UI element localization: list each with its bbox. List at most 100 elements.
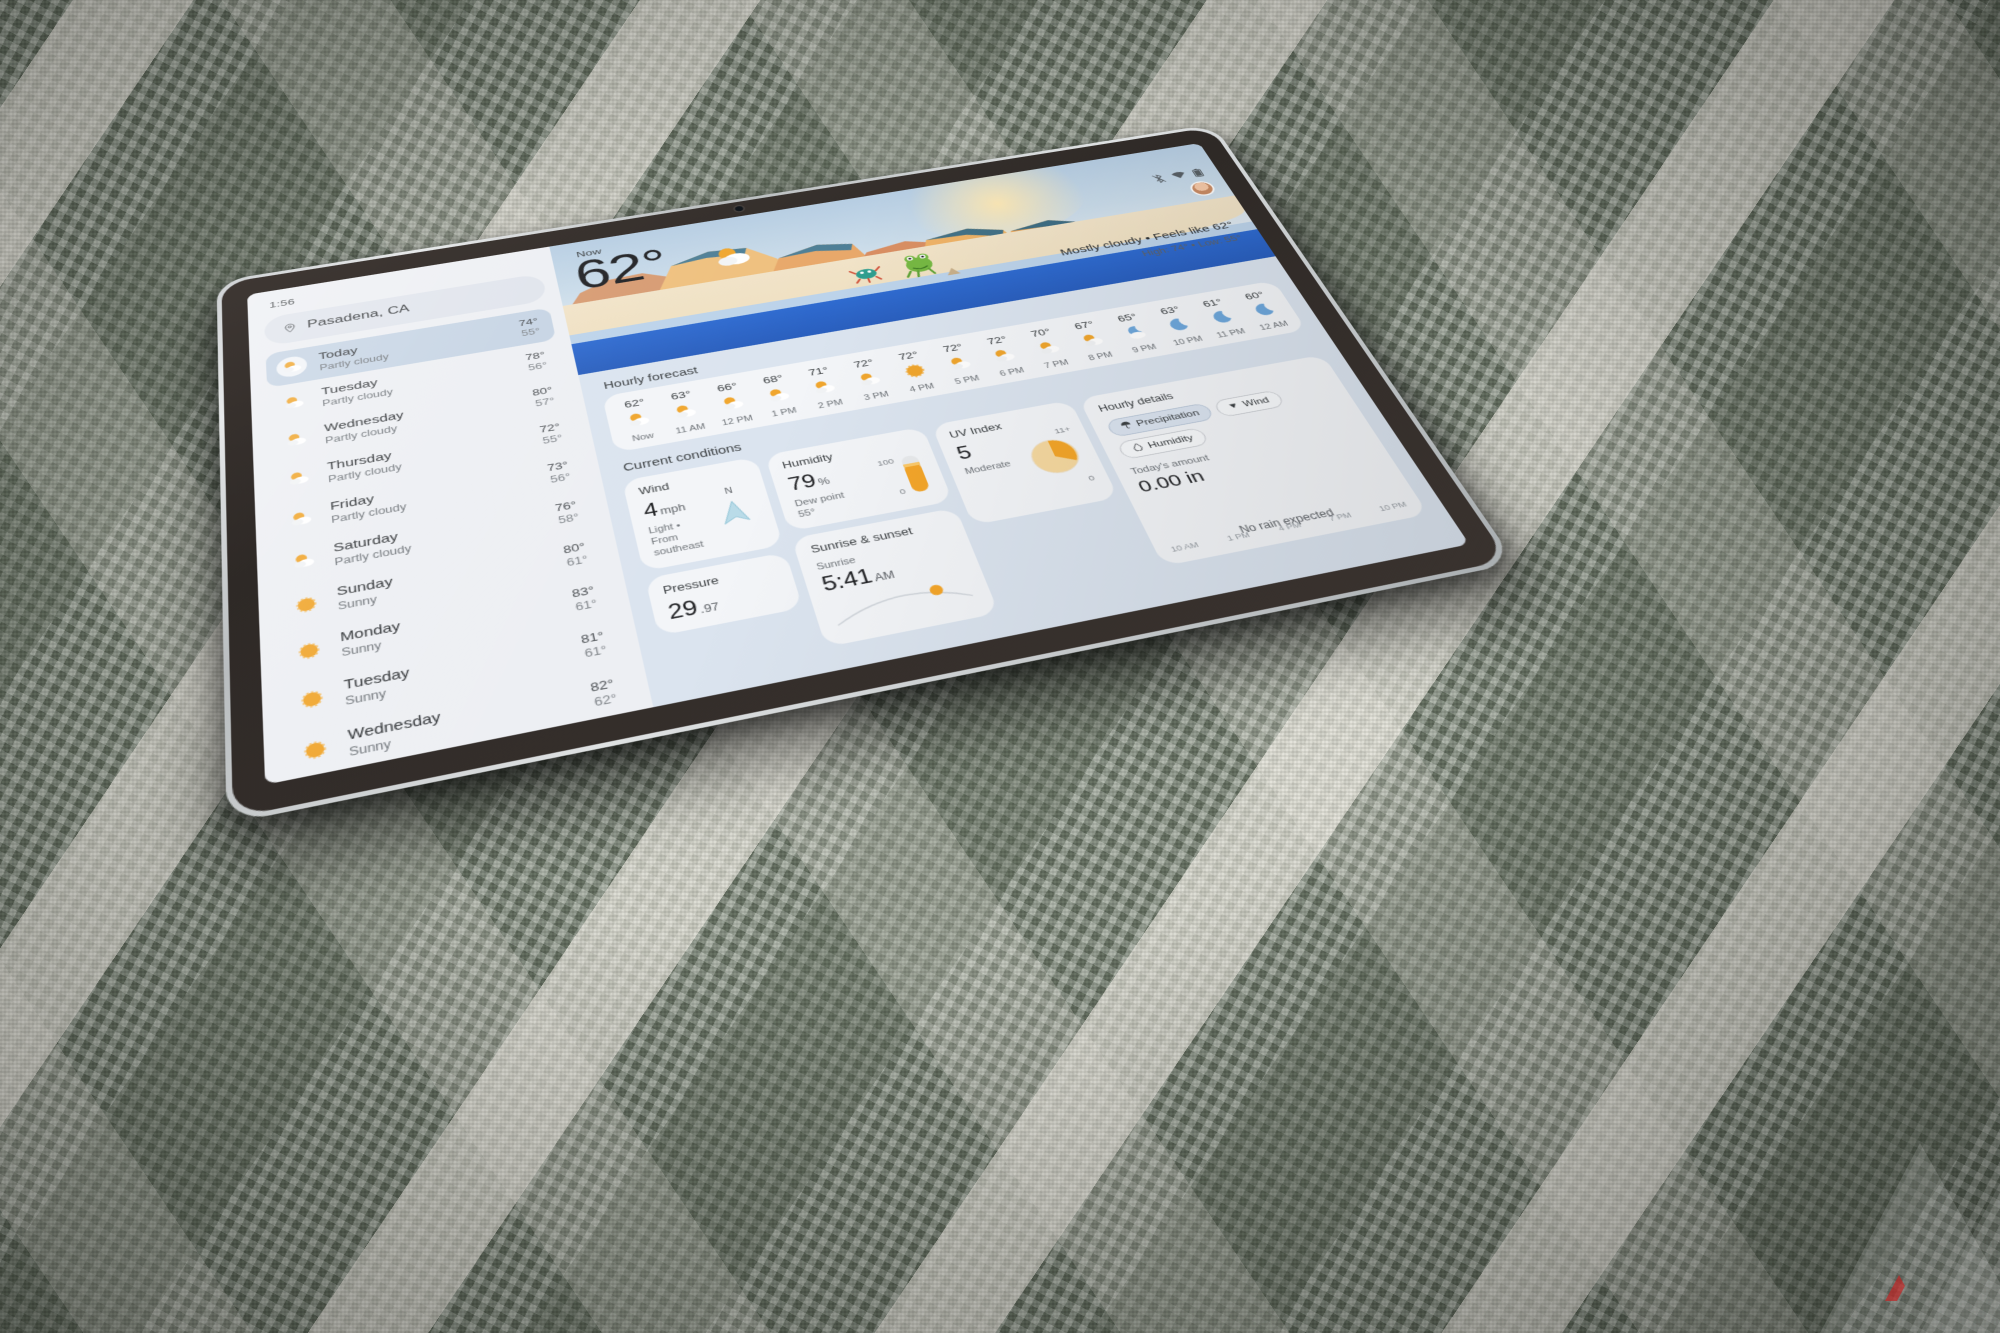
day-high: 78° [524, 349, 546, 364]
day-temperatures: 83° 61° [571, 582, 599, 615]
hourly-item[interactable]: 65° 9 PM [1103, 309, 1168, 356]
tablet-device: 1:56 Pasadena, CA Today Partly cloudy 74° 5… [250, 60, 1370, 760]
wind-arrow-icon [1226, 401, 1240, 410]
hourly-item[interactable]: 67° 8 PM [1060, 317, 1125, 365]
partly-cloudy-icon [944, 353, 974, 373]
day-low: 62° [592, 691, 618, 711]
day-text-block: Today Partly cloudy [318, 321, 510, 373]
hourly-temp: 72° [884, 347, 933, 364]
high-low-temperature: High: 74° • Low: 55° [1140, 233, 1244, 258]
day-weather-icon [293, 682, 331, 717]
location-pin-icon [282, 321, 298, 336]
hourly-temp: 60° [1231, 287, 1279, 303]
frog-illustration [886, 247, 947, 281]
day-condition: Partly cloudy [322, 366, 517, 408]
hourly-item[interactable]: 62° Now [610, 394, 668, 446]
hourly-temp: 72° [928, 339, 977, 356]
day-row[interactable]: Tuesday Partly cloudy 78° 56° [267, 341, 563, 425]
hero-landscape-illustration [557, 175, 1275, 376]
day-weather-icon [284, 504, 318, 533]
hourly-item[interactable]: 71° 2 PM [794, 362, 855, 412]
day-name: Tuesday [321, 355, 515, 398]
hourly-item[interactable]: 61° 11 PM [1188, 295, 1255, 341]
detail-tab-icon [1130, 442, 1146, 454]
partly-cloudy-icon [809, 377, 839, 397]
location-search-bar[interactable]: Pasadena, CA [264, 273, 548, 346]
main-panel: Now 62° Mostly cloudy • Feels like 62° H… [549, 143, 1469, 707]
sidebar: 1:56 Pasadena, CA Today Partly cloudy 74° 5… [247, 247, 653, 785]
day-low: 61° [574, 597, 599, 615]
hourly-temp: 72° [973, 332, 1021, 349]
day-weather-icon [286, 546, 321, 576]
system-status-icons [1151, 168, 1205, 184]
dew-point-label: Dew point [794, 491, 846, 509]
day-temperatures: 80° 57° [531, 384, 556, 411]
hourly-item[interactable]: 60° 12 AM [1231, 287, 1298, 333]
sunny-icon [296, 639, 323, 663]
hourly-time: Now [618, 429, 668, 446]
day-temperatures: 78° 56° [524, 349, 548, 374]
pressure-decimal: .97 [699, 600, 721, 615]
day-weather-icon [296, 732, 335, 768]
hourly-time: 5 PM [943, 372, 992, 388]
day-temperatures: 72° 55° [539, 420, 564, 448]
partly-cloudy-icon [284, 430, 308, 449]
now-label: Now [575, 247, 602, 260]
day-condition: Partly cloudy [319, 332, 510, 373]
detail-tab-icon [1226, 401, 1241, 412]
day-text-block: Tuesday Partly cloudy [321, 355, 517, 409]
day-weather-icon [288, 589, 324, 620]
day-row[interactable]: Today Partly cloudy 74° 55° [266, 308, 557, 388]
hourly-temp: 61° [1188, 295, 1236, 311]
partly-cloudy-icon [282, 393, 306, 412]
day-temperatures: 82° 62° [589, 675, 619, 711]
hourly-item[interactable]: 63° 11 AM [656, 386, 715, 437]
hourly-item[interactable]: 72° 3 PM [839, 355, 901, 405]
partly-cloudy-icon [764, 385, 793, 405]
hourly-item[interactable]: 70° 7 PM [1016, 324, 1080, 372]
day-temperatures: 80° 61° [562, 539, 589, 570]
day-high: 80° [531, 384, 553, 399]
day-temperatures: 76° 58° [554, 498, 581, 528]
hourly-item[interactable]: 63° 10 PM [1146, 302, 1212, 349]
partly-cloudy-icon [288, 508, 313, 529]
sunrise-sunset-card[interactable]: Sunrise & sunset Sunrise 5:41AM [791, 508, 998, 647]
wind-description: Light • From southeast [647, 516, 712, 560]
uv-index-value: 5 [954, 438, 1006, 463]
tablet-screen: 1:56 Pasadena, CA Today Partly cloudy 74° 5… [247, 143, 1469, 785]
current-weather-hero: Now 62° Mostly cloudy • Feels like 62° H… [549, 143, 1275, 375]
hourly-item[interactable]: 72° 4 PM [884, 347, 946, 396]
umbrella-icon [1119, 420, 1134, 430]
humidity-unit: % [817, 475, 832, 487]
sandcastle-illustration [944, 267, 962, 276]
wind-speed-unit: mph [659, 502, 687, 517]
bluetooth-off-icon [1151, 174, 1167, 184]
partly-cloudy-icon [286, 468, 311, 488]
day-low: 55° [520, 326, 541, 340]
droplet-icon [1130, 442, 1145, 452]
hourly-time: 1 PM [760, 404, 809, 420]
partly-cloudy-icon [989, 346, 1019, 365]
hourly-time: 12 PM [713, 412, 762, 429]
current-temperature: 62° [571, 243, 672, 296]
hourly-temp: 67° [1060, 317, 1108, 334]
day-weather-icon [282, 464, 316, 492]
hourly-time: 11 AM [666, 421, 716, 438]
hourly-time: 9 PM [1121, 341, 1169, 356]
wind-card[interactable]: Wind 4mph Light • From southeast N [622, 457, 783, 571]
hourly-details-card[interactable]: Hourly details Precipitation Wind Humidity… [1079, 355, 1429, 566]
hourly-time: 11 PM [1207, 326, 1255, 341]
account-avatar[interactable] [1187, 180, 1218, 197]
hourly-item[interactable]: 72° 5 PM [928, 339, 991, 388]
sunny-icon [293, 593, 319, 616]
hourly-temp: 65° [1103, 309, 1151, 326]
detail-tab[interactable]: Wind [1213, 390, 1286, 418]
hero-water [571, 229, 1275, 375]
hero-sun-glow [884, 143, 1108, 252]
partly-cloudy-icon [855, 369, 885, 389]
day-temperatures: 81° 61° [580, 628, 609, 662]
partly-cloudy-icon [624, 409, 653, 430]
hourly-item[interactable]: 72° 6 PM [973, 332, 1037, 380]
hourly-temp: 63° [656, 386, 705, 404]
daily-forecast-list[interactable]: Today Partly cloudy 74° 55° Tuesday Partly cl… [266, 308, 637, 782]
